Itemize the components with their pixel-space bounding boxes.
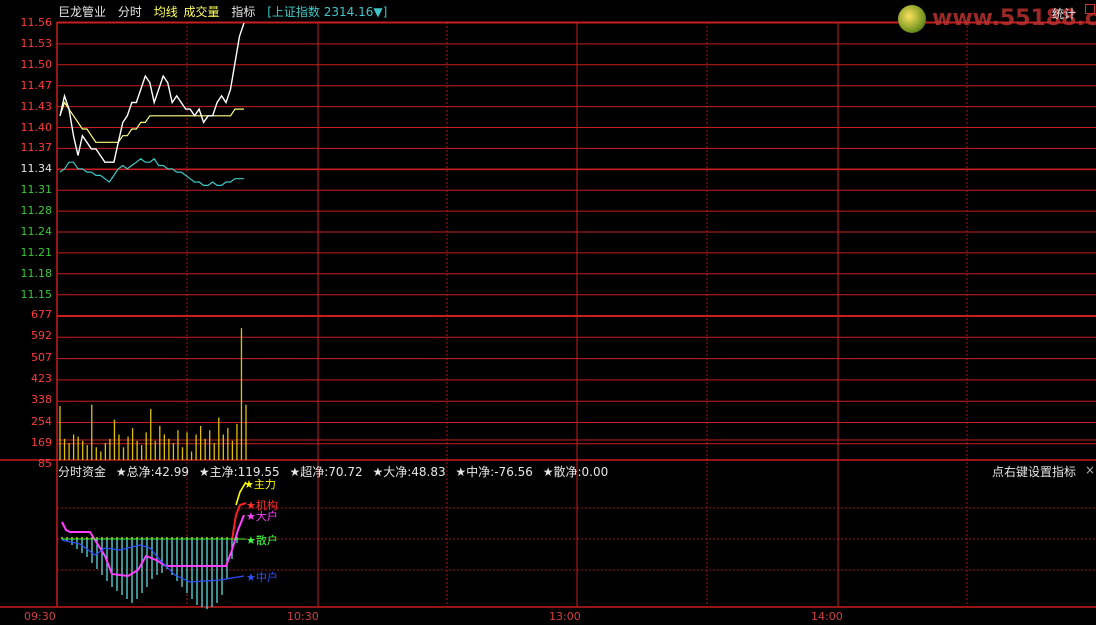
tab-junxian[interactable]: 均线 (154, 5, 178, 19)
volume-tick-label: 254 (31, 414, 52, 428)
price-tick-label: 11.50 (20, 57, 53, 71)
time-tick-label: 10:30 (287, 610, 319, 623)
index-label[interactable]: [上证指数 2314.16▼] (267, 5, 387, 19)
close-icon[interactable]: × (1085, 463, 1095, 477)
tab-fenshi[interactable]: 分时 (118, 5, 142, 19)
stats-button[interactable]: 统计 (1052, 5, 1076, 22)
label-zhonghu: ★中户 (246, 571, 278, 584)
price-tick-label: 11.56 (20, 16, 53, 29)
label-dahu: ★大户 (246, 510, 278, 523)
stock-name: 巨龙管业 (58, 5, 107, 19)
volume-tick-label: 338 (31, 393, 52, 407)
chart-header: 巨龙管业 分时 均线 成交量 指标 [上证指数 2314.16▼] (58, 3, 395, 20)
price-tick-label: 11.34 (20, 162, 53, 176)
volume-tick-label: 592 (31, 329, 52, 343)
volume-tick-label: 507 (31, 350, 52, 364)
average-price-line (59, 101, 244, 143)
price-tick-label: 11.43 (20, 99, 53, 113)
capital-flow-header: 分时资金 ★总净:42.99 ★主净:119.55 ★超净:70.72 ★大净:… (58, 463, 614, 480)
price-tick-label: 11.24 (20, 225, 53, 238)
volume-tick-label: 85 (38, 457, 52, 471)
right-click-tip[interactable]: 点右键设置指标 (992, 463, 1076, 480)
price-tick-label: 11.21 (20, 245, 53, 259)
price-tick-label: 11.18 (20, 266, 53, 280)
label-zhuli: ★主力 (244, 478, 276, 491)
price-tick-label: 11.31 (20, 183, 53, 197)
price-tick-label: 11.47 (20, 78, 53, 92)
medium-net: ★中净:-76.56 (455, 465, 533, 479)
total-net: ★总净:42.99 (115, 465, 189, 479)
price-tick-label: 11.40 (20, 120, 53, 134)
price-tick-label: 11.37 (20, 141, 53, 155)
logo-icon (898, 5, 926, 33)
time-tick-label: 09:30 (24, 610, 56, 623)
super-net: ★超净:70.72 (289, 465, 363, 479)
jigou-line (231, 502, 247, 541)
tab-zhibiao[interactable]: 指标 (231, 5, 255, 19)
index-line (59, 157, 244, 186)
retail-net: ★散净:0.00 (542, 465, 609, 479)
large-net: ★大净:48.83 (372, 465, 446, 479)
volume-tick-label: 677 (31, 308, 52, 321)
time-tick-label: 14:00 (811, 610, 843, 623)
time-tick-label: 13:00 (549, 610, 581, 623)
volume-tick-label: 423 (31, 371, 52, 385)
price-tick-label: 11.28 (20, 204, 53, 218)
label-sanhu: ★散户 (246, 534, 278, 547)
chart-canvas (0, 21, 1096, 609)
maximize-icon[interactable] (1085, 4, 1095, 14)
capital-flow-title: 分时资金 (58, 465, 107, 479)
price-tick-label: 11.15 (20, 287, 53, 301)
tab-chengjiaoliang[interactable]: 成交量 (184, 5, 220, 19)
volume-tick-label: 169 (31, 435, 52, 449)
price-tick-label: 11.53 (20, 36, 53, 50)
